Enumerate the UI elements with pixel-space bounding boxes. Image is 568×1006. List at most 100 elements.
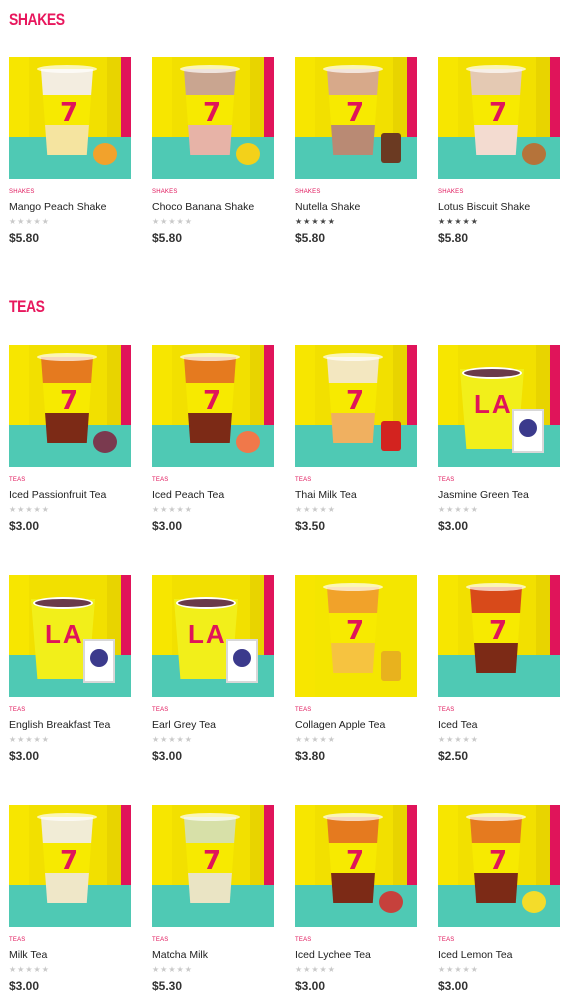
backdrop-accent xyxy=(121,57,131,147)
product-name[interactable]: Jasmine Green Tea xyxy=(438,489,529,501)
star-icon: ★ xyxy=(33,735,42,744)
product-category[interactable]: TEAS xyxy=(152,707,168,713)
star-icon: ★ xyxy=(41,965,50,974)
product-name[interactable]: Collagen Apple Tea xyxy=(295,719,385,731)
product-image[interactable]: LA xyxy=(438,345,560,467)
product-category[interactable]: TEAS xyxy=(295,937,311,943)
product-category[interactable]: SHAKES xyxy=(295,189,321,195)
star-icon: ★ xyxy=(168,217,177,226)
product-name[interactable]: Choco Banana Shake xyxy=(152,201,254,213)
product-card[interactable]: 7 TEAS Iced Passionfruit Tea ★★★★★ $3.00 xyxy=(9,345,131,535)
product-card[interactable]: 7 TEAS Iced Lychee Tea ★★★★★ $3.00 xyxy=(295,805,417,995)
product-image[interactable]: 7 xyxy=(9,805,131,927)
drink-bottom-layer xyxy=(327,124,379,155)
star-icon: ★ xyxy=(33,505,42,514)
product-card[interactable]: LA TEAS Jasmine Green Tea ★★★★★ $3.00 xyxy=(438,345,560,535)
product-card[interactable]: 7 SHAKES Mango Peach Shake ★★★★★ $5.80 xyxy=(9,57,131,247)
product-name[interactable]: Iced Tea xyxy=(438,719,478,731)
product-card[interactable]: LA TEAS Earl Grey Tea ★★★★★ $3.00 xyxy=(152,575,274,765)
product-category[interactable]: SHAKES xyxy=(9,189,35,195)
product-category[interactable]: TEAS xyxy=(152,937,168,943)
backdrop-accent xyxy=(550,57,560,147)
product-price: $2.50 xyxy=(438,749,469,763)
brand-logo: LA xyxy=(188,619,227,649)
seal-icon xyxy=(519,419,537,437)
product-name[interactable]: Thai Milk Tea xyxy=(295,489,357,501)
product-image[interactable]: 7 xyxy=(295,345,417,467)
product-image[interactable]: LA xyxy=(152,575,274,697)
product-name[interactable]: Mango Peach Shake xyxy=(9,201,106,213)
drink-cup: 7 xyxy=(470,69,522,155)
product-image[interactable]: 7 xyxy=(9,345,131,467)
backdrop-shade xyxy=(393,805,407,895)
product-name[interactable]: Lotus Biscuit Shake xyxy=(438,201,530,213)
product-category[interactable]: TEAS xyxy=(9,707,25,713)
product-image[interactable]: 7 xyxy=(152,805,274,927)
product-category[interactable]: TEAS xyxy=(438,477,454,483)
bolt-logo-icon: 7 xyxy=(489,615,508,646)
seal-icon xyxy=(233,649,251,667)
product-card[interactable]: 7 SHAKES Choco Banana Shake ★★★★★ $5.80 xyxy=(152,57,274,247)
star-icon: ★ xyxy=(438,505,447,514)
star-icon: ★ xyxy=(25,735,34,744)
product-name[interactable]: Milk Tea xyxy=(9,949,47,961)
product-name[interactable]: Iced Lemon Tea xyxy=(438,949,513,961)
backdrop-accent xyxy=(264,345,274,435)
product-image[interactable]: 7 xyxy=(438,57,560,179)
star-icon: ★ xyxy=(462,505,471,514)
product-image[interactable]: 7 xyxy=(152,57,274,179)
product-image[interactable]: 7 xyxy=(152,345,274,467)
drink-cup: 7 xyxy=(41,357,93,443)
product-image[interactable]: 7 xyxy=(438,805,560,927)
product-category[interactable]: SHAKES xyxy=(152,189,178,195)
star-icon: ★ xyxy=(454,217,463,226)
backdrop-accent xyxy=(121,575,131,665)
drink-cup: 7 xyxy=(41,69,93,155)
product-name[interactable]: Iced Passionfruit Tea xyxy=(9,489,106,501)
product-category[interactable]: TEAS xyxy=(438,937,454,943)
product-card[interactable]: 7 TEAS Iced Peach Tea ★★★★★ $3.00 xyxy=(152,345,274,535)
star-icon: ★ xyxy=(311,505,320,514)
product-card[interactable]: 7 TEAS Thai Milk Tea ★★★★★ $3.50 xyxy=(295,345,417,535)
product-image[interactable]: 7 xyxy=(295,805,417,927)
product-category[interactable]: TEAS xyxy=(295,477,311,483)
product-category[interactable]: TEAS xyxy=(9,937,25,943)
product-image[interactable]: 7 xyxy=(9,57,131,179)
product-image[interactable]: LA xyxy=(9,575,131,697)
product-category[interactable]: TEAS xyxy=(438,707,454,713)
backdrop-shade xyxy=(107,57,121,147)
product-image[interactable]: 7 xyxy=(438,575,560,697)
star-icon: ★ xyxy=(25,505,34,514)
product-name[interactable]: English Breakfast Tea xyxy=(9,719,110,731)
product-price: $3.50 xyxy=(295,519,326,533)
star-icon: ★ xyxy=(152,217,161,226)
product-name[interactable]: Iced Peach Tea xyxy=(152,489,224,501)
lychee-icon xyxy=(379,891,403,913)
product-name[interactable]: Nutella Shake xyxy=(295,201,360,213)
star-icon: ★ xyxy=(462,217,471,226)
product-image[interactable]: 7 xyxy=(295,575,417,697)
product-category[interactable]: TEAS xyxy=(295,707,311,713)
product-category[interactable]: TEAS xyxy=(152,477,168,483)
product-name[interactable]: Matcha Milk xyxy=(152,949,208,961)
nutella-jar-icon xyxy=(381,133,401,163)
star-icon: ★ xyxy=(25,965,34,974)
product-name[interactable]: Earl Grey Tea xyxy=(152,719,216,731)
star-icon: ★ xyxy=(9,735,18,744)
product-category[interactable]: SHAKES xyxy=(438,189,464,195)
product-name[interactable]: Iced Lychee Tea xyxy=(295,949,371,961)
product-card[interactable]: LA TEAS English Breakfast Tea ★★★★★ $3.00 xyxy=(9,575,131,765)
product-card[interactable]: 7 TEAS Matcha Milk ★★★★★ $5.30 xyxy=(152,805,274,995)
product-category[interactable]: TEAS xyxy=(9,477,25,483)
backdrop-accent xyxy=(550,575,560,665)
product-image[interactable]: 7 xyxy=(295,57,417,179)
product-card[interactable]: 7 TEAS Collagen Apple Tea ★★★★★ $3.80 xyxy=(295,575,417,765)
product-card[interactable]: 7 SHAKES Lotus Biscuit Shake ★★★★★ $5.80 xyxy=(438,57,560,247)
star-icon: ★ xyxy=(168,735,177,744)
product-card[interactable]: 7 TEAS Iced Lemon Tea ★★★★★ $3.00 xyxy=(438,805,560,995)
bolt-logo-icon: 7 xyxy=(489,97,508,128)
product-card[interactable]: 7 TEAS Milk Tea ★★★★★ $3.00 xyxy=(9,805,131,995)
product-card[interactable]: 7 TEAS Iced Tea ★★★★★ $2.50 xyxy=(438,575,560,765)
cup-lid xyxy=(180,65,240,73)
product-card[interactable]: 7 SHAKES Nutella Shake ★★★★★ $5.80 xyxy=(295,57,417,247)
